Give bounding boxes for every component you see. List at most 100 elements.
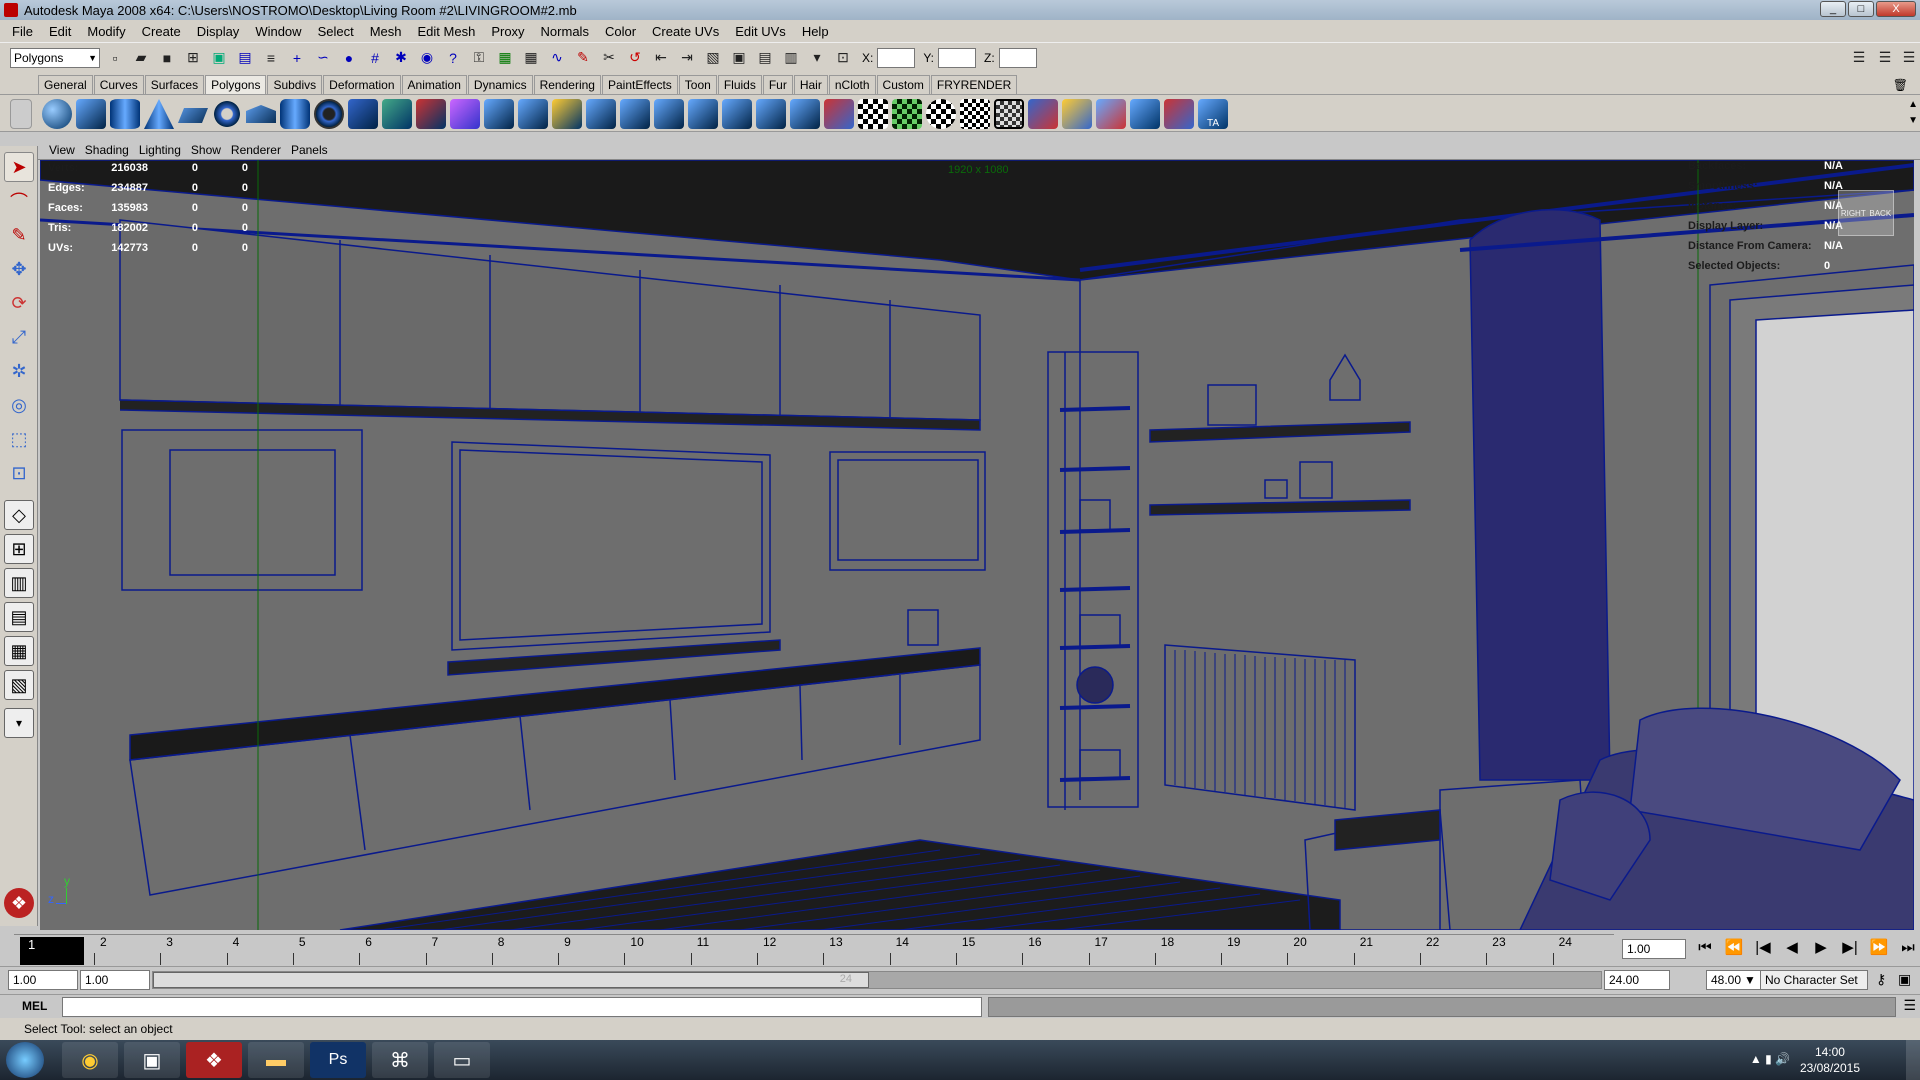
shelf-trash-icon[interactable]: 🗑 [1887, 76, 1913, 94]
paint-select-icon[interactable]: ✎ [4, 220, 34, 250]
ipr-icon[interactable]: ↺ [624, 47, 646, 69]
universal-manip-icon[interactable]: ✲ [4, 356, 34, 386]
render-icon[interactable]: ◉ [416, 47, 438, 69]
go-to-start-icon[interactable]: ⏮ [1692, 936, 1718, 960]
tool-settings-icon[interactable]: ☰ [1898, 47, 1920, 69]
transfer-attributes-icon[interactable] [1130, 99, 1160, 129]
menu-edit-mesh[interactable]: Edit Mesh [410, 24, 484, 39]
lock-icon[interactable]: ⚿ [468, 47, 490, 69]
taskbar-clock[interactable]: 14:00 23/08/2015 [1800, 1044, 1860, 1076]
automatic-map-icon[interactable] [994, 99, 1024, 129]
extrude-icon[interactable] [484, 99, 514, 129]
show-desktop-button[interactable] [1906, 1040, 1920, 1080]
window-taskbar-icon[interactable]: ▭ [434, 1042, 490, 1078]
x-field[interactable] [877, 47, 916, 68]
menu-create-uvs[interactable]: Create UVs [644, 24, 727, 39]
y-field[interactable] [938, 47, 977, 68]
menu-normals[interactable]: Normals [533, 24, 597, 39]
move-tool-icon[interactable]: ✥ [4, 254, 34, 284]
help-icon[interactable]: ? [442, 47, 464, 69]
go-to-end-icon[interactable]: ⏭ [1895, 936, 1920, 960]
history-icon[interactable]: ✱ [390, 47, 412, 69]
input-icon[interactable]: ⇤ [650, 47, 672, 69]
select-tool-icon[interactable]: ➤ [4, 152, 34, 182]
poly-plane-icon[interactable] [178, 108, 208, 123]
start-button-icon[interactable] [6, 1042, 44, 1078]
shelf-tab-rendering[interactable]: Rendering [533, 75, 601, 94]
select-component-icon[interactable]: ▤ [234, 47, 256, 69]
graph-icon[interactable]: ▦ [520, 47, 542, 69]
render-globals-icon[interactable]: ▥ [780, 47, 802, 69]
maximize-button[interactable]: □ [1848, 1, 1874, 17]
photoshop-taskbar-icon[interactable]: Ps [310, 1042, 366, 1078]
planar-map-icon[interactable] [892, 99, 922, 129]
menu-create[interactable]: Create [134, 24, 189, 39]
open-scene-icon[interactable]: ▰ [130, 47, 152, 69]
anim-prefs-icon[interactable]: ▣ [1898, 971, 1911, 988]
shelf-tab-hair[interactable]: Hair [793, 75, 828, 94]
new-scene-icon[interactable]: ▫ [104, 47, 126, 69]
step-forward-key-icon[interactable]: ⏩ [1866, 936, 1892, 960]
sculpt-icon[interactable]: ✂ [598, 47, 620, 69]
shelf-tab-curves[interactable]: Curves [93, 75, 144, 94]
poly-sphere-icon[interactable] [42, 99, 72, 129]
bridge-icon[interactable] [518, 99, 548, 129]
cylindrical-map-icon[interactable] [926, 99, 956, 129]
chrome-taskbar-icon[interactable]: ◉ [62, 1042, 118, 1078]
play-backward-icon[interactable]: ◀ [1779, 936, 1805, 960]
render-view-icon[interactable]: ▦ [494, 47, 516, 69]
smooth-icon[interactable] [450, 99, 480, 129]
split-polygon-icon[interactable] [620, 99, 650, 129]
uv-editor-icon[interactable] [1062, 99, 1092, 129]
panel-menu-shading[interactable]: Shading [80, 143, 134, 157]
paint-tool-icon[interactable] [1028, 99, 1058, 129]
view-cube-right-face[interactable]: RIGHT [1841, 209, 1866, 218]
output-icon[interactable]: ⇥ [676, 47, 698, 69]
render-settings-icon[interactable]: ▤ [754, 47, 776, 69]
shelf-menu-icon[interactable] [10, 99, 32, 129]
menu-window[interactable]: Window [247, 24, 309, 39]
panel-menu-lighting[interactable]: Lighting [134, 143, 186, 157]
shelf-tab-painteffects[interactable]: PaintEffects [601, 75, 678, 94]
character-set-dropdown[interactable]: No Character Set [1760, 970, 1868, 990]
snap-grid-icon[interactable]: + [286, 47, 308, 69]
auto-key-icon[interactable]: ⚷ [1876, 971, 1886, 988]
persp-outliner-layout-icon[interactable]: ▥ [4, 568, 34, 598]
command-language-label[interactable]: MEL [22, 999, 47, 1013]
menu-set-dropdown[interactable]: Polygons [10, 47, 100, 68]
checker-uv-icon[interactable] [858, 99, 888, 129]
separate-icon[interactable] [382, 99, 412, 129]
snap-plane-icon[interactable]: # [364, 47, 386, 69]
layout-options-icon[interactable]: ▾ [4, 708, 34, 738]
render-current-frame-icon[interactable]: ▣ [728, 47, 750, 69]
shelf-scroll-up-icon[interactable]: ▲ [1908, 99, 1918, 110]
menu-select[interactable]: Select [310, 24, 362, 39]
poly-torus-icon[interactable] [212, 99, 242, 129]
range-slider[interactable]: 24 [152, 971, 1602, 989]
menu-modify[interactable]: Modify [79, 24, 133, 39]
input-mode-icon[interactable]: ▾ [806, 47, 828, 69]
shelf-tab-animation[interactable]: Animation [401, 75, 467, 94]
lasso-tool-icon[interactable]: ⌒ [4, 186, 34, 216]
current-time-field[interactable]: 1.00 [1622, 939, 1686, 959]
bevel-icon[interactable] [722, 99, 752, 129]
playback-end-field[interactable]: 24.00 [1604, 970, 1670, 990]
poly-prism-icon[interactable] [246, 105, 276, 123]
shelf-scroll-down-icon[interactable]: ▼ [1908, 115, 1918, 126]
append-polygon-icon[interactable] [586, 99, 616, 129]
construction-history-icon[interactable]: ▧ [702, 47, 724, 69]
shelf-tab-custom[interactable]: Custom [876, 75, 930, 94]
shelf-tab-surfaces[interactable]: Surfaces [144, 75, 205, 94]
collapse-icon[interactable] [790, 99, 820, 129]
merge-icon[interactable] [756, 99, 786, 129]
shelf-tab-general[interactable]: General [38, 75, 93, 94]
minimize-button[interactable]: _ [1820, 1, 1846, 17]
poly-cone-icon[interactable] [144, 99, 174, 129]
media-taskbar-icon[interactable]: ▣ [124, 1042, 180, 1078]
menu-edit-uvs[interactable]: Edit UVs [727, 24, 794, 39]
shelf-tab-fryrender[interactable]: FRYRENDER [930, 75, 1018, 94]
range-slider-handle[interactable]: 24 [153, 972, 869, 988]
menu-display[interactable]: Display [189, 24, 248, 39]
persp-graph-layout-icon[interactable]: ▤ [4, 602, 34, 632]
panel-menu-panels[interactable]: Panels [286, 143, 333, 157]
